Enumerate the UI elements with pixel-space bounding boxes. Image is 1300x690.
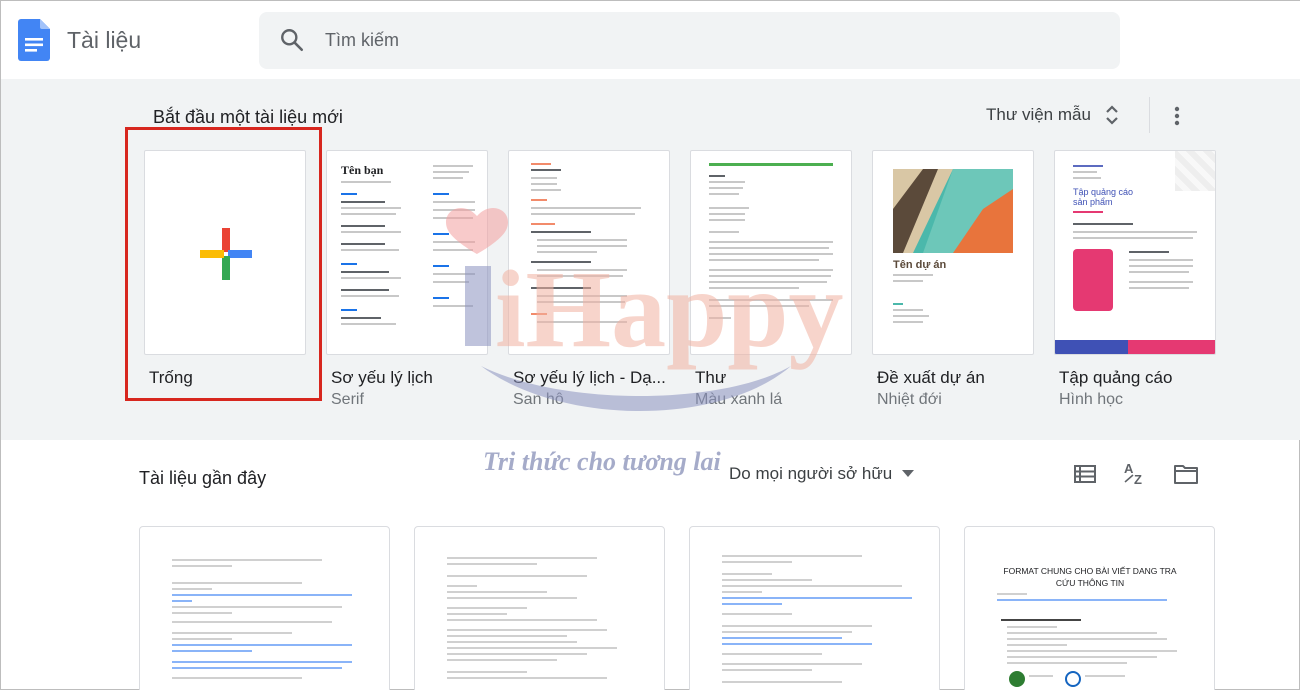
recent-doc-card[interactable] [689, 526, 940, 690]
template-thumbnail[interactable]: Tên bạn [326, 150, 488, 355]
template-thumbnail[interactable]: Tên dự án [872, 150, 1034, 355]
brochure-footer-band [1055, 340, 1215, 354]
recent-doc-card[interactable] [139, 526, 390, 690]
template-resume-serif[interactable]: Tên bạn Sơ yếu lý lịch Serif [326, 150, 488, 408]
template-gallery-button[interactable]: Thư viện mẫu [986, 103, 1121, 127]
app-title[interactable]: Tài liệu [67, 27, 141, 54]
template-thumbnail[interactable] [690, 150, 852, 355]
template-name: Đề xuất dự án [877, 368, 985, 387]
caret-down-icon [902, 470, 915, 477]
template-brochure[interactable]: Tập quảng cáo sản phẩm Tập quảng cáo Hìn… [1054, 150, 1216, 408]
owner-filter-dropdown[interactable]: Do mọi người sở hữu [729, 464, 915, 484]
recent-doc-card[interactable] [414, 526, 665, 690]
thumb-title: Tên bạn [341, 163, 384, 177]
doc-preview-heading: FORMAT CHUNG CHO BÀI VIẾT DANG TRA CỨU T… [1003, 566, 1177, 588]
top-bar: Tài liệu [1, 1, 1300, 79]
template-name: Sơ yếu lý lịch - Dạ... [513, 368, 666, 387]
brochure-mosaic [1175, 151, 1215, 191]
template-thumbnail[interactable]: Tập quảng cáo sản phẩm [1054, 150, 1216, 355]
svg-text:A: A [1124, 461, 1134, 476]
template-gallery-label: Thư viện mẫu [986, 105, 1091, 124]
search-bar[interactable] [259, 12, 1120, 69]
sort-az-icon[interactable]: A Z [1122, 460, 1148, 488]
drugbank-logo [1009, 671, 1025, 687]
template-subtitle: Màu xanh lá [695, 391, 783, 408]
selection-highlight [125, 127, 322, 401]
unfold-icon [1106, 105, 1118, 125]
more-vert-icon[interactable] [1165, 104, 1189, 128]
recent-docs-title: Tài liệu gần đây [139, 468, 267, 488]
agency-logo [1065, 671, 1081, 687]
template-name: Tập quảng cáo [1059, 368, 1173, 387]
template-thumbnail[interactable] [508, 150, 670, 355]
gallery-title: Bắt đầu một tài liệu mới [153, 107, 343, 127]
search-input[interactable] [325, 12, 1085, 69]
template-subtitle: Hình học [1059, 391, 1124, 408]
owner-filter-label: Do mọi người sở hữu [729, 464, 893, 483]
template-name: Sơ yếu lý lịch [331, 368, 433, 387]
template-project-proposal[interactable]: Tên dự án Đề xuất dự án Nhiệt đới [872, 150, 1034, 408]
svg-text:Z: Z [1134, 472, 1142, 487]
proposal-graphic [893, 169, 1013, 253]
template-letter[interactable]: Thư Màu xanh lá [690, 150, 852, 408]
template-subtitle: Serif [331, 391, 364, 408]
recent-doc-card[interactable]: FORMAT CHUNG CHO BÀI VIẾT DANG TRA CỨU T… [964, 526, 1215, 690]
template-resume-coral[interactable]: Sơ yếu lý lịch - Dạ... San hô [508, 150, 670, 408]
template-gallery: Bắt đầu một tài liệu mới Thư viện mẫu Tr… [1, 79, 1300, 440]
list-view-icon[interactable] [1073, 462, 1097, 486]
phone-image [1073, 249, 1113, 311]
watermark-tagline: Tri thức cho tương lai [483, 447, 721, 476]
folder-icon[interactable] [1173, 462, 1199, 486]
thumb-title: Tập quảng cáo sản phẩm [1073, 187, 1134, 207]
template-subtitle: San hô [513, 391, 564, 408]
search-icon[interactable] [279, 27, 305, 53]
template-name: Thư [695, 368, 727, 387]
docs-logo-icon[interactable] [18, 19, 50, 61]
template-subtitle: Nhiệt đới [877, 391, 942, 408]
divider [1149, 97, 1150, 133]
thumb-title: Tên dự án [893, 259, 947, 271]
